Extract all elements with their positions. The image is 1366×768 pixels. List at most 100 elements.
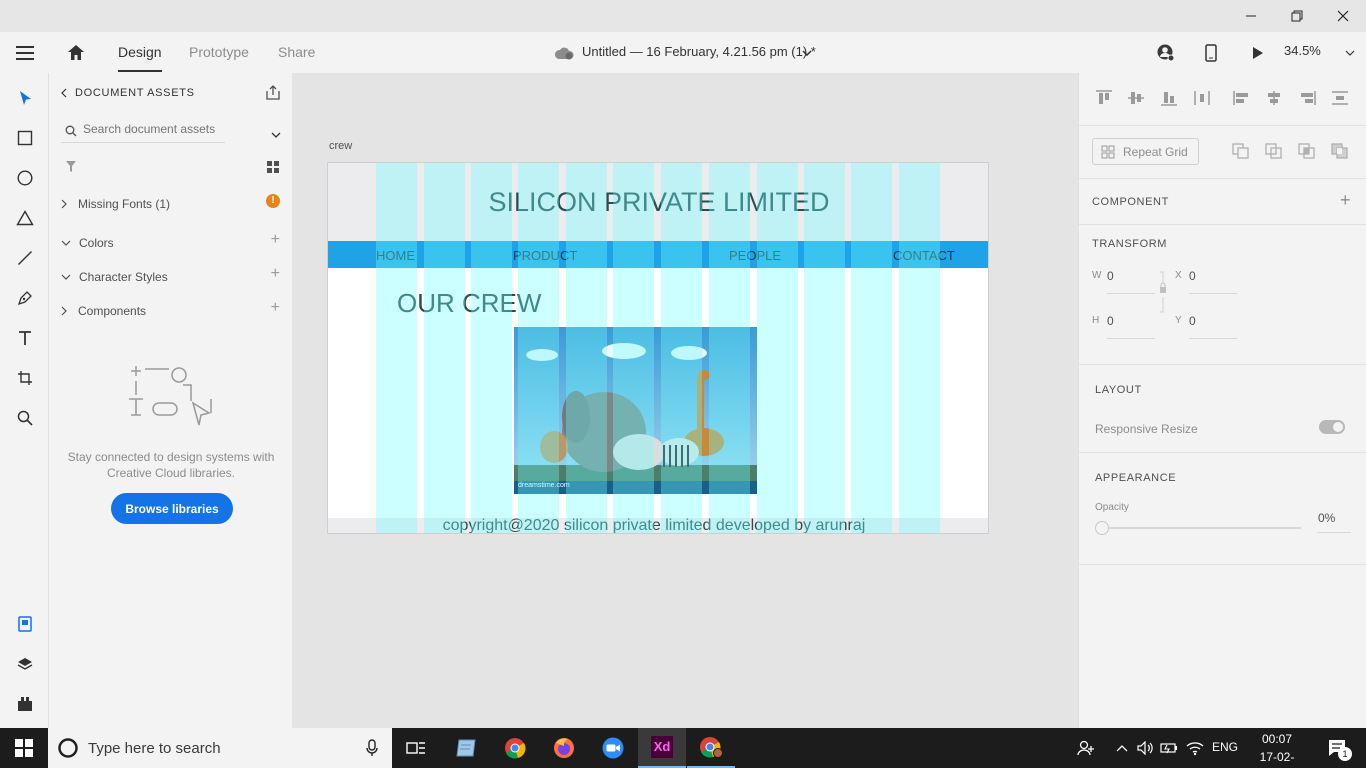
ellipse-tool[interactable] <box>12 165 38 191</box>
task-view-button[interactable] <box>392 728 440 768</box>
zoom-level[interactable]: 34.5% <box>1284 43 1321 58</box>
warning-icon: ! <box>266 194 280 208</box>
opacity-slider-track[interactable] <box>1109 527 1301 529</box>
minimize-button[interactable] <box>1228 0 1274 32</box>
x-field[interactable]: 0 <box>1189 269 1196 283</box>
plugin-icon <box>18 697 32 711</box>
component-section-title: COMPONENT <box>1092 196 1169 208</box>
search-icon <box>65 125 77 137</box>
taskbar-app-xd[interactable]: Xd <box>638 728 686 768</box>
play-preview-icon[interactable] <box>1249 32 1267 73</box>
line-tool[interactable] <box>12 245 38 271</box>
artboard-label[interactable]: crew <box>329 140 352 152</box>
tab-share[interactable]: Share <box>278 44 315 60</box>
search-input[interactable] <box>83 122 223 136</box>
tab-design[interactable]: Design <box>118 44 162 72</box>
tab-prototype[interactable]: Prototype <box>189 44 249 60</box>
align-center-icon[interactable] <box>1265 90 1283 111</box>
taskbar-app-notes[interactable] <box>442 728 490 768</box>
add-color-icon[interactable]: + <box>271 231 280 249</box>
y-field[interactable]: 0 <box>1189 314 1196 328</box>
character-styles-row[interactable]: Character Styles <box>61 270 168 284</box>
volume-icon[interactable] <box>1134 728 1158 768</box>
opacity-slider-handle[interactable] <box>1095 521 1109 535</box>
add-component-state-icon[interactable]: + <box>1340 190 1351 211</box>
distribute-vertical-icon[interactable] <box>1331 90 1349 111</box>
rectangle-tool[interactable] <box>12 125 38 151</box>
responsive-resize-toggle[interactable] <box>1319 420 1345 434</box>
filter-icon[interactable] <box>65 160 77 178</box>
height-field[interactable]: 0 <box>1107 314 1114 328</box>
boolean-intersect-icon[interactable] <box>1298 143 1316 164</box>
missing-fonts-row[interactable]: Missing Fonts (1) <box>61 197 281 211</box>
close-button[interactable] <box>1320 0 1366 32</box>
add-character-style-icon[interactable]: + <box>271 265 280 283</box>
document-assets-tool[interactable] <box>12 611 38 637</box>
windows-taskbar: Type here to search Xd ENG 00:07 17-02-2… <box>0 728 1366 768</box>
system-clock[interactable]: 00:07 17-02-2021 <box>1247 730 1307 766</box>
export-icon[interactable] <box>265 85 281 106</box>
colors-row[interactable]: Colors <box>61 236 114 250</box>
zoom-tool[interactable] <box>12 405 38 431</box>
microphone-icon[interactable] <box>366 739 378 757</box>
document-title[interactable]: Untitled — 16 February, 4.21.56 pm (1) * <box>582 44 816 59</box>
show-hidden-icons-chevron-icon[interactable] <box>1110 728 1134 768</box>
text-tool[interactable] <box>12 325 38 351</box>
taskbar-app-firefox[interactable] <box>540 728 588 768</box>
width-field[interactable]: 0 <box>1107 269 1114 283</box>
align-top-icon[interactable] <box>1095 90 1113 111</box>
taskbar-app-chrome-profile[interactable] <box>687 728 735 768</box>
boolean-exclude-icon[interactable] <box>1331 143 1349 164</box>
opacity-value[interactable]: 0% <box>1318 511 1335 525</box>
user-account-icon[interactable] <box>1155 32 1177 73</box>
home-button[interactable] <box>63 32 89 73</box>
width-field-underline <box>1107 293 1155 294</box>
align-left-icon[interactable] <box>1233 90 1251 111</box>
notes-app-icon <box>456 739 476 757</box>
chevron-down-icon[interactable] <box>801 32 813 73</box>
artboard-crew[interactable]: SILICON PRIVATE LIMITED HOME PRODUCT PEO… <box>327 162 989 534</box>
chrome-icon <box>505 738 526 759</box>
wifi-icon[interactable] <box>1182 728 1208 768</box>
layers-tool[interactable] <box>12 651 38 677</box>
hamburger-menu-button[interactable] <box>12 32 38 73</box>
boolean-add-icon[interactable] <box>1232 143 1250 164</box>
opacity-field-underline <box>1317 532 1351 533</box>
zoom-dropdown-icon[interactable] <box>1344 32 1356 73</box>
select-tool[interactable] <box>12 85 38 111</box>
back-chevron-icon[interactable] <box>61 88 67 98</box>
grid-view-icon[interactable] <box>267 160 279 178</box>
start-button[interactable] <box>0 728 48 768</box>
browse-libraries-button[interactable]: Browse libraries <box>111 493 233 524</box>
design-canvas[interactable]: crew SILICON PRIVATE LIMITED HOME PRODUC… <box>292 73 1078 728</box>
assets-header: DOCUMENT ASSETS <box>61 87 195 99</box>
align-right-icon[interactable] <box>1298 90 1316 111</box>
taskbar-app-chrome[interactable] <box>491 728 539 768</box>
grid-column <box>899 163 940 533</box>
responsive-resize-label: Responsive Resize <box>1095 422 1198 436</box>
align-bottom-icon[interactable] <box>1160 90 1178 111</box>
add-component-icon[interactable]: + <box>271 299 280 317</box>
repeat-grid-button[interactable]: Repeat Grid <box>1092 138 1199 165</box>
device-preview-icon[interactable] <box>1201 32 1221 73</box>
polygon-tool[interactable] <box>12 205 38 231</box>
input-language[interactable]: ENG <box>1212 740 1238 754</box>
cortana-icon <box>58 738 78 758</box>
distribute-horizontal-icon[interactable] <box>1193 90 1211 111</box>
people-icon[interactable] <box>1064 728 1108 768</box>
artboard-tool[interactable] <box>12 365 38 391</box>
chevron-down-icon <box>61 240 71 246</box>
taskbar-app-zoom[interactable] <box>589 728 637 768</box>
battery-icon[interactable] <box>1158 728 1182 768</box>
align-middle-icon[interactable] <box>1127 90 1145 111</box>
asset-search-field[interactable] <box>61 119 225 143</box>
lock-aspect-icon[interactable] <box>1159 271 1167 318</box>
components-row[interactable]: Components <box>61 304 146 318</box>
taskbar-search-box[interactable]: Type here to search <box>48 728 392 768</box>
restore-button[interactable] <box>1274 0 1320 32</box>
plugins-tool[interactable] <box>12 691 38 717</box>
action-center-button[interactable]: 1 <box>1318 728 1358 768</box>
search-filter-dropdown-icon[interactable] <box>271 125 281 143</box>
pen-tool[interactable] <box>12 285 38 311</box>
boolean-subtract-icon[interactable] <box>1265 143 1283 164</box>
